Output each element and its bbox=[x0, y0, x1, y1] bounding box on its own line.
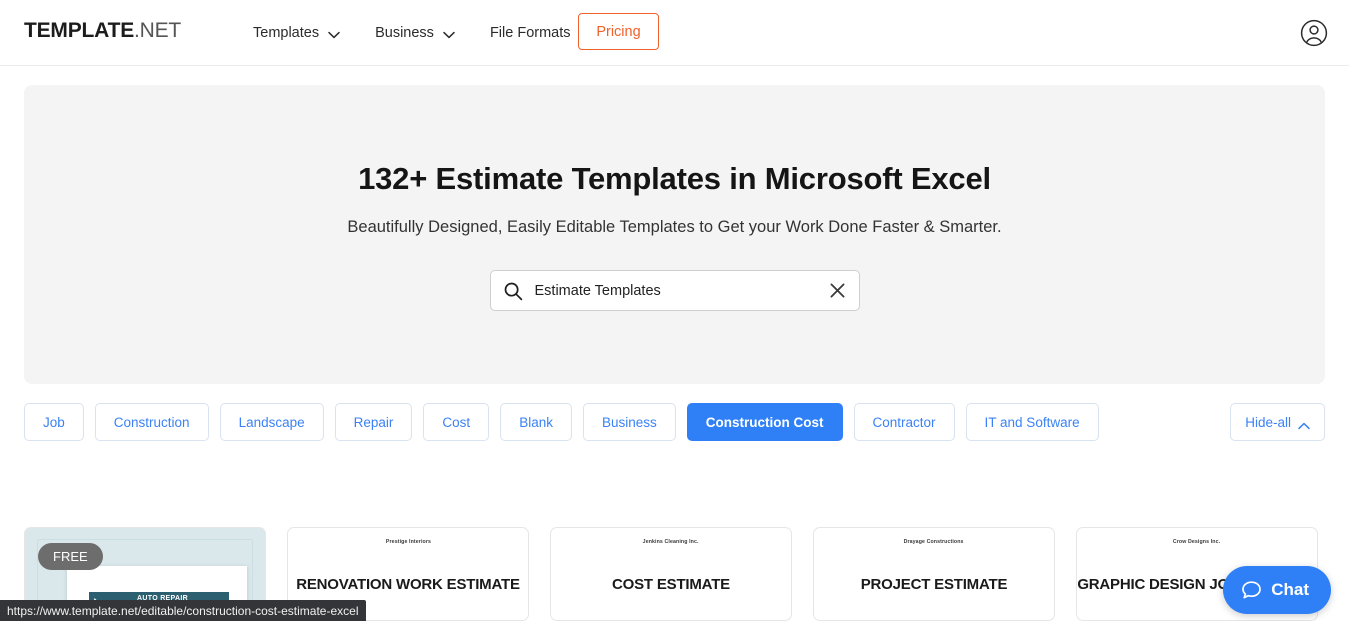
template-card[interactable]: Jenkins Cleaning Inc. COST ESTIMATE bbox=[550, 527, 792, 621]
chevron-up-icon bbox=[1298, 418, 1310, 426]
filter-chip-landscape[interactable]: Landscape bbox=[220, 403, 324, 441]
doc-title: RENOVATION WORK ESTIMATE bbox=[296, 576, 520, 593]
hero-section: 132+ Estimate Templates in Microsoft Exc… bbox=[24, 85, 1325, 384]
chevron-down-icon bbox=[443, 31, 454, 38]
search-icon bbox=[503, 281, 523, 301]
filter-chip-row: Job Construction Landscape Repair Cost B… bbox=[24, 403, 1325, 441]
status-bar-url: https://www.template.net/editable/constr… bbox=[0, 600, 366, 621]
doc-company-name: Prestige Interiors bbox=[385, 539, 430, 545]
search-input[interactable] bbox=[535, 283, 829, 299]
free-badge: FREE bbox=[38, 543, 103, 570]
doc-company-name: Jenkins Cleaning Inc. bbox=[643, 539, 699, 545]
document-thumbnail: Jenkins Cleaning Inc. COST ESTIMATE bbox=[551, 528, 791, 620]
doc-title: COST ESTIMATE bbox=[612, 576, 730, 593]
nav-item-file-formats[interactable]: File Formats bbox=[490, 25, 591, 41]
document-thumbnail: Drayage Constructions PROJECT ESTIMATE bbox=[814, 528, 1054, 620]
filter-chip-construction-cost[interactable]: Construction Cost bbox=[687, 403, 843, 441]
filter-chip-business[interactable]: Business bbox=[583, 403, 676, 441]
doc-title: PROJECT ESTIMATE bbox=[861, 576, 1008, 593]
page-root: TEMPLATE.NET Templates Business File For… bbox=[0, 0, 1349, 621]
primary-nav: Templates Business File Formats bbox=[253, 0, 627, 66]
chevron-down-icon bbox=[328, 31, 339, 38]
chat-label: Chat bbox=[1271, 580, 1309, 600]
close-icon[interactable] bbox=[829, 282, 846, 299]
doc-company-name: Crow Designs Inc. bbox=[1173, 539, 1220, 545]
filter-chip-contractor[interactable]: Contractor bbox=[854, 403, 955, 441]
nav-item-business[interactable]: Business bbox=[375, 25, 454, 41]
pricing-button[interactable]: Pricing bbox=[578, 13, 659, 50]
nav-item-label: File Formats bbox=[490, 25, 571, 41]
filter-chip-construction[interactable]: Construction bbox=[95, 403, 209, 441]
doc-company-name: Drayage Constructions bbox=[904, 539, 964, 545]
hero-subtitle: Beautifully Designed, Easily Editable Te… bbox=[24, 218, 1325, 237]
filter-chip-blank[interactable]: Blank bbox=[500, 403, 572, 441]
logo-bold-text: TEMPLATE bbox=[24, 19, 134, 42]
page-title: 132+ Estimate Templates in Microsoft Exc… bbox=[24, 161, 1325, 197]
filter-chip-job[interactable]: Job bbox=[24, 403, 84, 441]
logo-light-text: .NET bbox=[134, 19, 181, 42]
hide-all-label: Hide-all bbox=[1245, 415, 1291, 430]
nav-item-label: Templates bbox=[253, 25, 319, 41]
filter-chip-it-and-software[interactable]: IT and Software bbox=[966, 403, 1099, 441]
nav-item-templates[interactable]: Templates bbox=[253, 25, 339, 41]
chat-widget-button[interactable]: Chat bbox=[1223, 566, 1331, 614]
filter-chip-cost[interactable]: Cost bbox=[423, 403, 489, 441]
search-bar[interactable] bbox=[490, 270, 860, 311]
chat-bubble-icon bbox=[1241, 580, 1262, 601]
template-card[interactable]: Drayage Constructions PROJECT ESTIMATE bbox=[813, 527, 1055, 621]
filter-chip-repair[interactable]: Repair bbox=[335, 403, 413, 441]
user-circle-icon[interactable] bbox=[1300, 19, 1328, 47]
nav-item-label: Business bbox=[375, 25, 434, 41]
hide-all-button[interactable]: Hide-all bbox=[1230, 403, 1325, 441]
site-logo[interactable]: TEMPLATE.NET bbox=[24, 19, 181, 43]
site-header: TEMPLATE.NET Templates Business File For… bbox=[0, 0, 1349, 66]
